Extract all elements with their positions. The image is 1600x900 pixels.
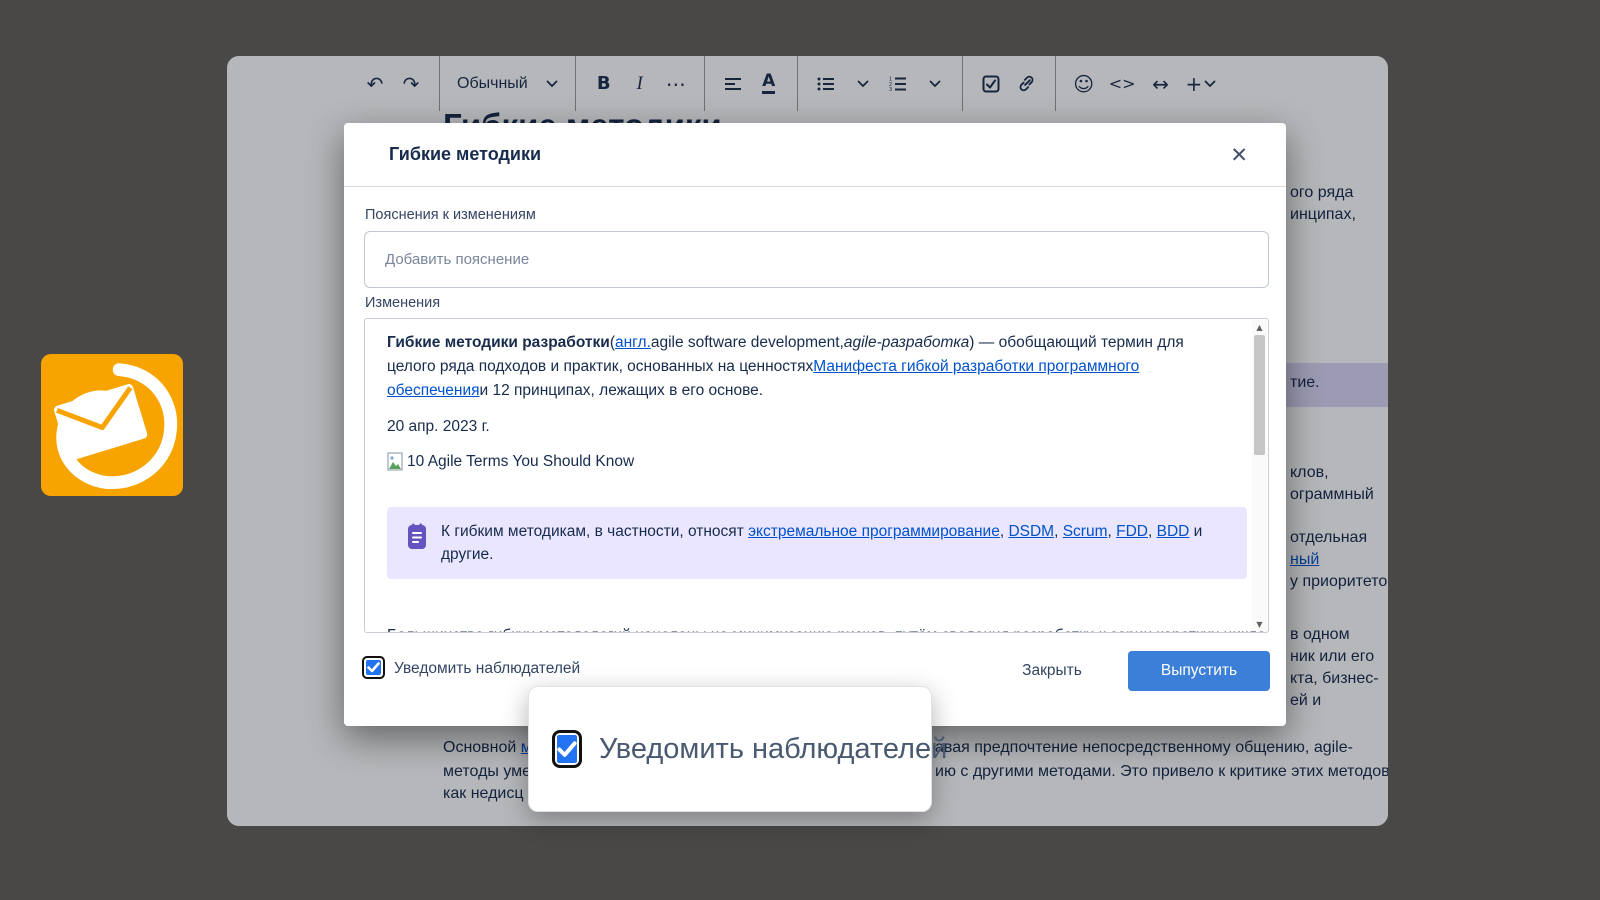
link[interactable]: DSDM — [1008, 523, 1054, 540]
explanation-input[interactable] — [364, 231, 1269, 288]
changes-content: Гибкие методики разработки(англ.agile so… — [365, 319, 1252, 632]
notify-watchers-label-large: Уведомить наблюдателей — [599, 733, 947, 766]
notify-watchers-label: Уведомить наблюдателей — [394, 660, 580, 678]
text: К гибким методикам, в частности, относят — [441, 523, 748, 540]
checkbox-checked-state — [366, 660, 381, 675]
info-panel-text: К гибким методикам, в частности, относят… — [441, 520, 1227, 566]
info-panel: К гибким методикам, в частности, относят… — [387, 507, 1247, 579]
check-icon — [367, 662, 380, 673]
note-icon — [405, 522, 429, 552]
paragraph: Гибкие методики разработки(англ.agile so… — [387, 331, 1234, 403]
broken-image-line: 10 Agile Terms You Should Know — [387, 452, 1234, 472]
date-text: 20 апр. 2023 г. — [387, 418, 1234, 436]
dialog-title: Гибкие методики — [389, 144, 1226, 165]
changes-label: Изменения — [365, 295, 440, 311]
scrollbar[interactable]: ▲ ▼ — [1252, 320, 1267, 631]
notify-watchers-checkbox[interactable] — [362, 656, 385, 679]
italic-text: agile-разработка — [844, 334, 969, 351]
close-icon[interactable]: ✕ — [1226, 139, 1252, 171]
dialog-header: Гибкие методики ✕ — [344, 123, 1286, 187]
link[interactable]: Scrum — [1063, 523, 1108, 540]
scroll-down-icon[interactable]: ▼ — [1252, 617, 1267, 631]
explanation-label: Пояснения к изменениям — [365, 207, 536, 223]
link[interactable]: англ. — [615, 334, 651, 351]
envelope-swirl-icon — [41, 354, 183, 496]
text: , — [1108, 523, 1117, 540]
text: , — [1054, 523, 1063, 540]
image-alt-text: 10 Agile Terms You Should Know — [407, 453, 634, 471]
link[interactable]: BDD — [1157, 523, 1190, 540]
scroll-up-icon[interactable]: ▲ — [1252, 320, 1267, 334]
publish-button[interactable]: Выпустить — [1128, 651, 1270, 691]
changes-preview: Гибкие методики разработки(англ.agile so… — [364, 318, 1269, 633]
text: и 12 принципах, лежащих в его основе. — [480, 382, 764, 399]
notify-watchers-zoom-popup: Уведомить наблюдателей — [528, 686, 932, 812]
text: agile software development, — [651, 334, 844, 351]
link[interactable]: экстремальное программирование — [748, 523, 1000, 540]
text: , — [1148, 523, 1157, 540]
broken-image-icon — [387, 452, 405, 472]
notify-watchers-checkbox-large[interactable] — [552, 730, 582, 768]
clipped-text-line: Большинство гибких методологий нацелены … — [387, 627, 1269, 633]
scrollbar-thumb[interactable] — [1254, 335, 1265, 455]
check-icon — [557, 741, 577, 758]
checkbox-checked-state — [557, 735, 577, 763]
close-button[interactable]: Закрыть — [1004, 657, 1100, 685]
publish-dialog: Гибкие методики ✕ Пояснения к изменениям… — [344, 123, 1286, 726]
bold-text: Гибкие методики разработки — [387, 334, 610, 351]
link[interactable]: FDD — [1116, 523, 1148, 540]
email-notification-app-icon[interactable] — [41, 354, 183, 496]
